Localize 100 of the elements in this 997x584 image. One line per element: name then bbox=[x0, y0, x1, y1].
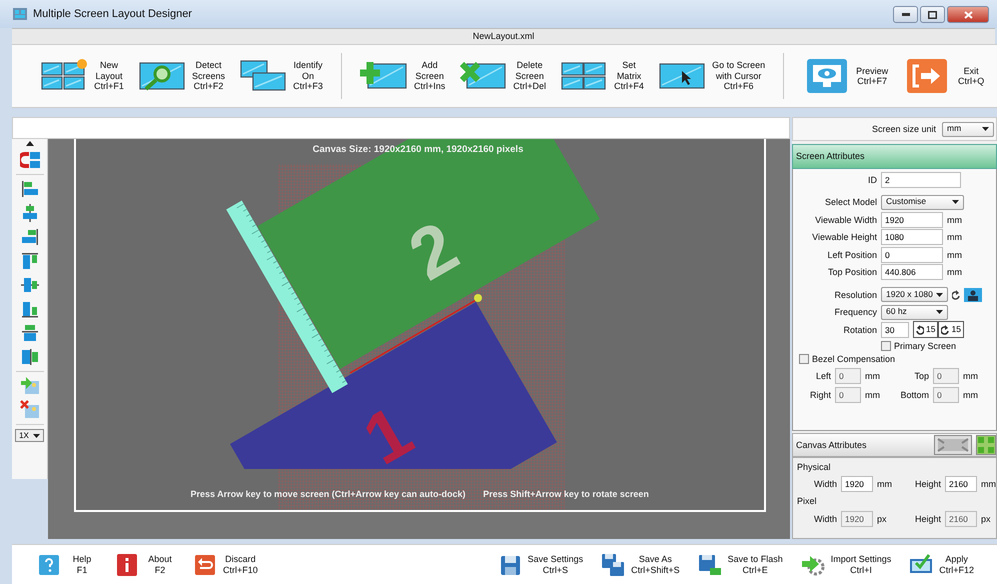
input-field[interactable]: 2 bbox=[881, 172, 961, 188]
input-field[interactable]: 30 bbox=[881, 322, 909, 338]
field-label: Width bbox=[812, 479, 837, 490]
section-title: Pixel bbox=[797, 496, 818, 507]
toolbar-button[interactable]: Identify On Ctrl+F3 bbox=[237, 58, 326, 94]
unit-label: mm bbox=[865, 371, 881, 382]
toolbar-button[interactable]: New Layout Ctrl+F1 bbox=[38, 58, 126, 94]
fit-button[interactable] bbox=[934, 435, 972, 455]
screen-number: 2 bbox=[396, 206, 472, 296]
screen-number: 1 bbox=[350, 391, 426, 469]
unit-label: px bbox=[877, 514, 888, 524]
unit-label: mm bbox=[947, 250, 962, 260]
toolbar-button[interactable]: Set Matrix Ctrl+F4 bbox=[558, 58, 646, 94]
magnet-icon bbox=[20, 150, 40, 170]
tool-button[interactable] bbox=[20, 275, 40, 295]
rotation-handle[interactable] bbox=[474, 294, 482, 302]
bottom-button[interactable]: Save As Ctrl+Shift+S bbox=[598, 552, 683, 576]
field-label: Left Position bbox=[826, 250, 877, 260]
scroll-up-icon bbox=[26, 141, 34, 146]
toolbar-button[interactable]: Preview Ctrl+F7 bbox=[800, 58, 890, 94]
toolbar-button[interactable]: Delete Screen Ctrl+Del bbox=[457, 58, 548, 94]
panel-title: Canvas Attributes bbox=[796, 440, 867, 450]
bottom-button[interactable]: Save Settings Ctrl+S bbox=[494, 552, 586, 576]
caret-icon bbox=[982, 127, 989, 131]
tool-button[interactable] bbox=[20, 251, 40, 271]
dropdown[interactable]: 60 hz bbox=[881, 304, 948, 320]
refresh-button[interactable] bbox=[952, 290, 960, 300]
hint-text: Press Shift+Arrow key to rotate screen bbox=[483, 489, 649, 499]
toolbar-button[interactable]: Detect Screens Ctrl+F2 bbox=[136, 58, 228, 94]
unit-label: mm bbox=[963, 371, 979, 382]
rotate-button[interactable]: 15 bbox=[913, 321, 938, 338]
caret-icon bbox=[936, 310, 943, 314]
tool-button[interactable] bbox=[20, 347, 40, 367]
monitor-button[interactable] bbox=[964, 288, 982, 302]
align-top-icon bbox=[20, 251, 40, 271]
minimize-icon bbox=[902, 13, 910, 16]
close-icon bbox=[964, 10, 972, 18]
tool-button[interactable] bbox=[20, 400, 40, 420]
field-label: Viewable Height bbox=[811, 232, 877, 242]
align-left-icon bbox=[20, 179, 40, 199]
help-icon bbox=[37, 552, 61, 576]
checkbox-label[interactable]: Primary Screen bbox=[894, 340, 956, 351]
toolbar-button[interactable]: Go to Screen with Cursor Ctrl+F6 bbox=[656, 58, 768, 94]
caret-icon bbox=[952, 200, 959, 204]
close-button[interactable] bbox=[947, 6, 989, 23]
refresh-icon bbox=[952, 290, 960, 300]
bottom-button[interactable]: Apply Ctrl+F12 bbox=[906, 552, 977, 576]
dropdown[interactable]: 1920 x 1080 bbox=[881, 287, 948, 302]
field-label: Select Model bbox=[824, 197, 877, 208]
checkbox-box[interactable] bbox=[881, 340, 891, 351]
input-field[interactable]: 440.806 bbox=[881, 264, 943, 280]
undo-icon bbox=[193, 552, 217, 576]
input-field[interactable]: 1080 bbox=[881, 229, 943, 246]
input-field[interactable]: 2160 bbox=[945, 476, 977, 492]
hint-text: Press Arrow key to move screen (Ctrl+Arrow key can auto-dock) bbox=[190, 489, 466, 499]
unit-label: px bbox=[981, 514, 992, 524]
field-label: Left bbox=[814, 371, 831, 382]
expand-icon bbox=[978, 437, 994, 453]
tool-button[interactable] bbox=[20, 227, 40, 247]
unit-label: mm bbox=[947, 214, 962, 225]
unit-dropdown[interactable]: mm bbox=[942, 122, 994, 136]
caret-icon bbox=[936, 292, 943, 297]
input-field[interactable]: 0 bbox=[881, 246, 943, 263]
toolbar-button[interactable]: Exit Ctrl+Q bbox=[900, 58, 988, 94]
minimize-button[interactable] bbox=[893, 6, 918, 23]
checkbox-box[interactable] bbox=[799, 354, 809, 364]
dock-side-icon bbox=[20, 347, 40, 367]
monitor-icon bbox=[964, 288, 982, 302]
unit-label: mm bbox=[947, 232, 962, 242]
maximize-icon bbox=[928, 10, 937, 18]
input-field[interactable]: 1920 bbox=[881, 212, 943, 228]
screens-icon bbox=[936, 437, 970, 453]
input-field[interactable]: 1920 bbox=[841, 476, 873, 492]
bottom-button[interactable]: Discard Ctrl+F10 bbox=[190, 552, 261, 576]
tool-button[interactable] bbox=[20, 179, 40, 199]
image-delete-icon bbox=[20, 400, 40, 420]
field-label: Bottom bbox=[899, 390, 929, 400]
bottom-button[interactable]: About F2 bbox=[112, 552, 178, 576]
align-bottom-icon bbox=[20, 299, 40, 319]
tool-button[interactable] bbox=[20, 150, 40, 170]
checkbox-label[interactable]: Bezel Compensation bbox=[812, 354, 896, 364]
tool-button[interactable] bbox=[20, 299, 40, 319]
toolbar-button[interactable]: Add Screen Ctrl+Ins bbox=[358, 58, 448, 94]
unit-label: mm bbox=[877, 479, 893, 490]
unit-label: Screen size unit bbox=[872, 124, 936, 134]
field-label: Resolution bbox=[833, 290, 877, 300]
maximize-button[interactable] bbox=[920, 6, 945, 23]
bottom-button[interactable]: Save to Flash Ctrl+E bbox=[694, 552, 786, 576]
dropdown[interactable]: Customise bbox=[881, 194, 964, 210]
tool-button[interactable] bbox=[20, 323, 40, 343]
caret-icon bbox=[32, 434, 40, 438]
field-label: Rotation bbox=[842, 324, 877, 335]
rotate-button[interactable]: 15 bbox=[938, 321, 964, 338]
field-label: Width bbox=[812, 514, 837, 524]
bottom-button[interactable]: Import Settings Ctrl+I bbox=[798, 552, 894, 576]
zoom-dropdown[interactable]: 1X bbox=[15, 429, 44, 442]
unit-label: mm bbox=[981, 479, 997, 490]
align-middle-icon bbox=[20, 275, 40, 295]
bottom-button[interactable]: Help F1 bbox=[34, 552, 100, 576]
panel-title: Screen Attributes bbox=[796, 151, 865, 162]
